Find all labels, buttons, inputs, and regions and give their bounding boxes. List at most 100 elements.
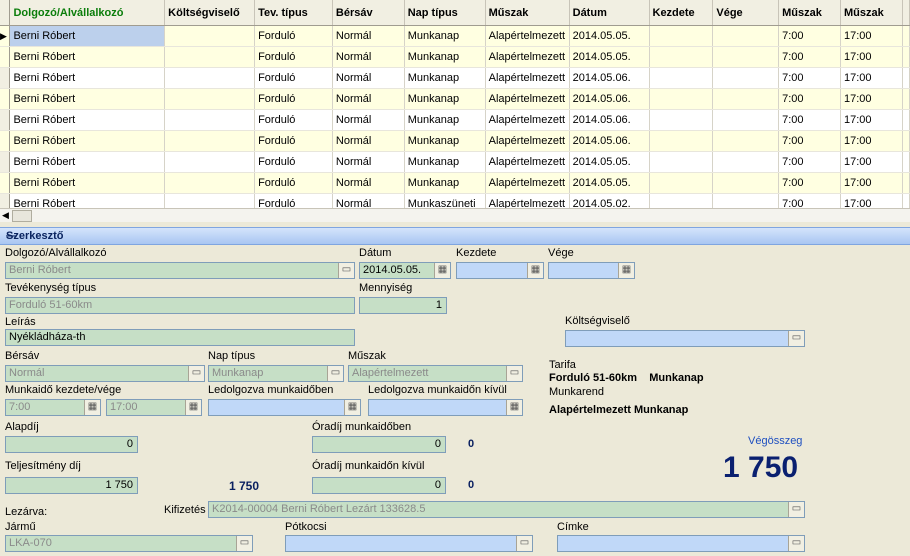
cell-end[interactable] [712,46,780,68]
cell-shift[interactable]: Alapértelmezett [485,172,570,194]
cell-shift[interactable]: Alapértelmezett [485,46,570,68]
cell-wage-band[interactable]: Normál [332,109,405,131]
cell-employee[interactable]: Berni Róbert [9,172,166,194]
table-row[interactable]: Berni Róbert Forduló Normál Munkanap Alapért… [0,109,910,131]
cell-employee[interactable]: Berni Róbert [9,25,166,47]
cell-end[interactable] [712,88,780,110]
col-header-activity-type[interactable]: Tev. típus [254,0,333,26]
hourly-in-field[interactable]: 0 [312,436,446,453]
cell-activity-type[interactable]: Forduló [254,172,333,194]
quantity-field[interactable]: 1 [359,297,447,314]
cost-bearer-field[interactable]: ▭ [565,330,805,347]
cell-employee[interactable]: Berni Róbert [9,46,166,68]
cell-wage-band[interactable]: Normál [332,151,405,173]
cell-shift[interactable]: Alapértelmezett [485,88,570,110]
cell-shift-end[interactable]: 17:00 [840,130,903,152]
cell-start[interactable] [649,151,714,173]
cell-end[interactable] [712,151,780,173]
calendar-icon[interactable]: ▦ [434,263,450,278]
cell-cost-bearer[interactable] [164,151,256,173]
table-row[interactable]: Berni Róbert Forduló Normál Munkanap Alapért… [0,88,910,110]
cell-day-type[interactable]: Munkanap [404,109,486,131]
col-header-wage-band[interactable]: Bérsáv [332,0,405,26]
col-header-cost-bearer[interactable]: Költségviselő [164,0,256,26]
folder-picker-icon[interactable]: ▭ [516,536,532,551]
table-row[interactable]: Berni Róbert Forduló Normál Munkanap Alapért… [0,46,910,68]
hourly-out-field[interactable]: 0 [312,477,446,494]
cell-wage-band[interactable]: Normál [332,25,405,47]
cell-cost-bearer[interactable] [164,67,256,89]
cell-start[interactable] [649,172,714,194]
worktime-end-field[interactable]: 17:00 ▦ [106,399,202,416]
cell-shift-end[interactable]: 17:00 [840,88,903,110]
folder-picker-icon[interactable]: ▭ [788,331,804,346]
calendar-icon[interactable]: ▦ [84,400,100,415]
scroll-left-icon[interactable]: ◀ [2,210,9,221]
wage-band-field[interactable]: Normál ▭ [5,365,205,382]
cell-shift-start[interactable]: 7:00 [778,130,841,152]
table-row[interactable]: ▶ Berni Róbert Forduló Normál Munkanap Alapér… [0,25,910,47]
folder-picker-icon[interactable]: ▭ [236,536,252,551]
col-header-day-type[interactable]: Nap típus [404,0,486,26]
col-header-date[interactable]: Dátum [569,0,650,26]
row-indicator[interactable]: ▶ [0,25,11,47]
cell-employee[interactable]: Berni Róbert [9,109,166,131]
cell-shift[interactable]: Alapértelmezett [485,151,570,173]
cell-date[interactable]: 2014.05.05. [569,25,650,47]
cell-end[interactable] [712,109,780,131]
cell-shift-start[interactable]: 7:00 [778,109,841,131]
cell-end[interactable] [712,130,780,152]
cell-activity-type[interactable]: Forduló [254,25,333,47]
records-grid[interactable]: Dolgozó/Alvállalkozó Költségviselő Tev. … [0,0,910,211]
in-worktime-field[interactable]: ▦ [208,399,361,416]
col-header-employee[interactable]: Dolgozó/Alvállalkozó [9,0,166,26]
cell-shift-start[interactable]: 7:00 [778,67,841,89]
row-indicator[interactable] [0,67,11,89]
table-row[interactable]: Berni Róbert Forduló Normál Munkanap Alapért… [0,151,910,173]
tag-field[interactable]: ▭ [557,535,805,552]
col-header-shift-start[interactable]: Műszak [778,0,841,26]
cell-employee[interactable]: Berni Róbert [9,67,166,89]
folder-picker-icon[interactable]: ▭ [788,502,804,517]
folder-picker-icon[interactable]: ▭ [506,366,522,381]
cell-day-type[interactable]: Munkanap [404,172,486,194]
cell-end[interactable] [712,172,780,194]
calendar-icon[interactable]: ▦ [506,400,522,415]
cell-start[interactable] [649,25,714,47]
worktime-start-field[interactable]: 7:00 ▦ [5,399,101,416]
cell-shift-start[interactable]: 7:00 [778,172,841,194]
folder-picker-icon[interactable]: ▭ [327,366,343,381]
row-indicator[interactable] [0,130,11,152]
cell-day-type[interactable]: Munkanap [404,130,486,152]
scrollbar-thumb[interactable] [12,210,32,222]
cell-shift-end[interactable]: 17:00 [840,151,903,173]
editor-section-header[interactable]: — Szerkesztő [0,227,910,245]
folder-picker-icon[interactable]: ▭ [338,263,354,278]
start-field[interactable]: ▦ [456,262,544,279]
row-indicator[interactable] [0,151,11,173]
cell-end[interactable] [712,25,780,47]
cell-date[interactable]: 2014.05.05. [569,46,650,68]
cell-activity-type[interactable]: Forduló [254,109,333,131]
vehicle-field[interactable]: LKA-070 ▭ [5,535,253,552]
description-field[interactable]: Nyékládháza-th [5,329,355,346]
cell-day-type[interactable]: Munkanap [404,67,486,89]
cell-shift-start[interactable]: 7:00 [778,25,841,47]
row-indicator[interactable] [0,88,11,110]
cell-shift-end[interactable]: 17:00 [840,109,903,131]
cell-shift-start[interactable]: 7:00 [778,88,841,110]
trailer-field[interactable]: ▭ [285,535,533,552]
cell-cost-bearer[interactable] [164,46,256,68]
cell-wage-band[interactable]: Normál [332,130,405,152]
cell-date[interactable]: 2014.05.06. [569,109,650,131]
cell-cost-bearer[interactable] [164,172,256,194]
end-field[interactable]: ▦ [548,262,635,279]
employee-field[interactable]: Berni Róbert ▭ [5,262,355,279]
col-header-start[interactable]: Kezdete [649,0,714,26]
cell-day-type[interactable]: Munkanap [404,88,486,110]
row-indicator[interactable] [0,46,11,68]
cell-activity-type[interactable]: Forduló [254,151,333,173]
cell-day-type[interactable]: Munkanap [404,151,486,173]
cell-date[interactable]: 2014.05.06. [569,88,650,110]
cell-shift[interactable]: Alapértelmezett [485,25,570,47]
